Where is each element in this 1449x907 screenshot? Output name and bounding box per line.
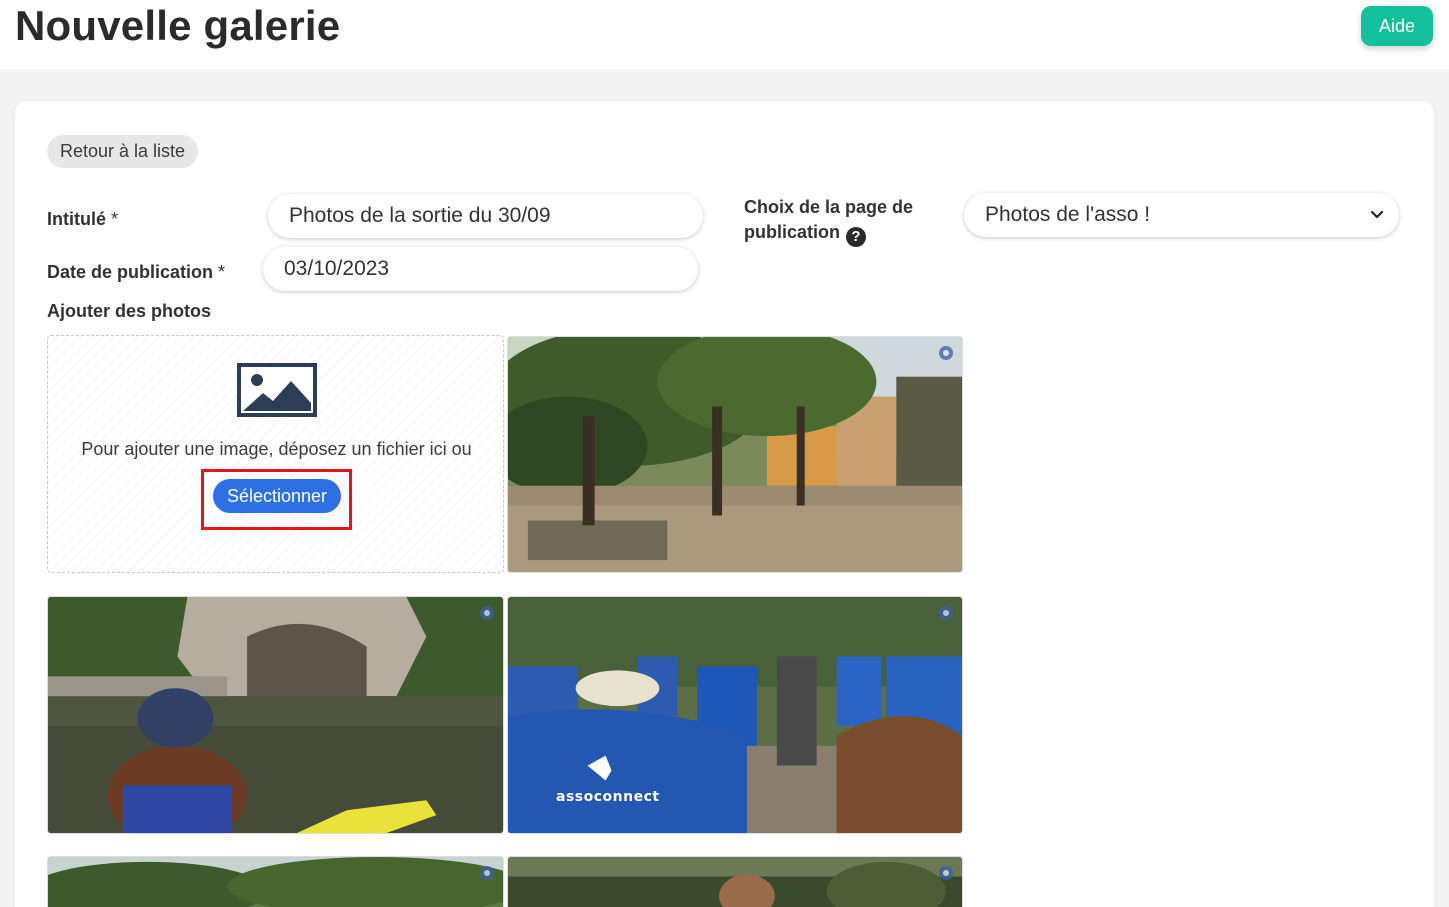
select-file-button[interactable]: Sélectionner [213, 479, 341, 513]
date-input[interactable]: 03/10/2023 [263, 247, 698, 291]
photos-label: Ajouter des photos [47, 301, 212, 321]
question-circle-icon[interactable]: ? [846, 226, 866, 247]
top-bar: Nouvelle galerie Aide [0, 0, 1449, 69]
page-choice-select[interactable]: Photos de l'asso ! [964, 193, 1399, 237]
chevron-down-icon [1370, 210, 1384, 219]
title-label: Intitulé * [47, 209, 119, 229]
photo-dropzone[interactable]: Pour ajouter une image, déposez un fichi… [47, 335, 504, 573]
dropzone-instruction: Pour ajouter une image, déposez un fichi… [81, 439, 472, 459]
image-icon [237, 363, 317, 417]
gallery-photo[interactable] [47, 596, 504, 834]
gallery-photo[interactable]: assoconnect [507, 596, 963, 834]
shirt-text: assoconnect [556, 789, 660, 805]
gear-icon[interactable] [936, 603, 956, 623]
gear-icon[interactable] [936, 863, 956, 883]
forest-photo [508, 857, 962, 907]
trees-photo [48, 857, 503, 907]
back-to-list-button[interactable]: Retour à la liste [47, 135, 199, 168]
gear-icon[interactable] [477, 603, 497, 623]
gear-icon[interactable] [477, 863, 497, 883]
gear-icon[interactable] [936, 343, 956, 363]
river-photo [48, 597, 503, 833]
help-button[interactable]: Aide [1361, 6, 1433, 46]
date-label: Date de publication * [47, 262, 226, 282]
courtyard-photo [508, 337, 962, 572]
gallery-photo[interactable] [507, 336, 963, 573]
page-title: Nouvelle galerie [15, 2, 341, 49]
gallery-photo[interactable] [507, 856, 963, 907]
page-choice-label: Choix de la page de publication? [744, 197, 914, 247]
gallery-photo[interactable] [47, 856, 504, 907]
title-input[interactable]: Photos de la sortie du 30/09 [268, 194, 703, 238]
